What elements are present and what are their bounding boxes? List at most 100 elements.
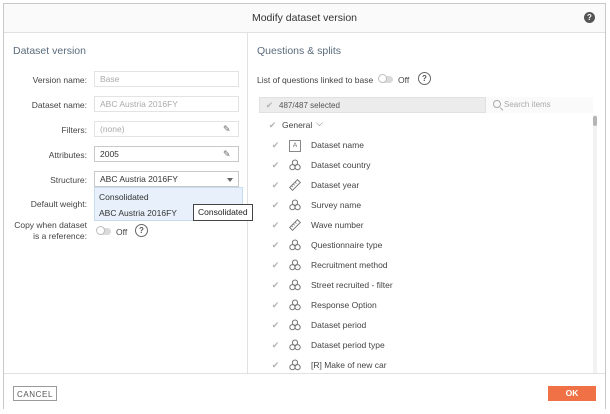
question-name: Response Option — [311, 300, 377, 310]
edit-attributes-pencil-icon[interactable]: ✎ — [223, 149, 233, 159]
edit-filters-pencil-icon[interactable]: ✎ — [223, 124, 233, 134]
linked-questions-label: List of questions linked to base — [257, 75, 374, 85]
text-type-icon: A — [289, 140, 301, 152]
version-name-label: Version name: — [32, 75, 87, 85]
categorical-icon — [289, 319, 301, 331]
question-checkbox[interactable]: ✔ — [271, 361, 280, 370]
question-row[interactable]: ✔ Recruitment method — [259, 255, 592, 275]
question-row[interactable]: ✔ Survey name — [259, 195, 592, 215]
structure-option-abc-austria[interactable]: ABC Austria 2016FY — [99, 208, 177, 218]
copy-reference-toggle-label: Off — [116, 227, 128, 237]
question-checkbox[interactable]: ✔ — [271, 301, 280, 310]
copy-reference-label-line1: Copy when dataset — [14, 220, 87, 230]
ok-button[interactable]: OK — [548, 386, 596, 401]
question-checkbox[interactable]: ✔ — [271, 281, 280, 290]
group-label: General — [282, 120, 313, 130]
question-checkbox[interactable]: ✔ — [271, 241, 280, 250]
dialog-footer: CANCEL OK — [4, 373, 605, 409]
question-row[interactable]: ✔ Street recruited - filter — [259, 275, 592, 295]
linked-questions-toggle-label: Off — [398, 75, 410, 85]
copy-reference-toggle[interactable] — [96, 226, 111, 235]
question-checkbox[interactable]: ✔ — [271, 321, 280, 330]
linked-questions-help-icon[interactable]: ? — [418, 72, 431, 85]
categorical-icon — [289, 239, 301, 251]
categorical-icon — [289, 339, 301, 351]
question-name: Recruitment method — [311, 260, 388, 270]
question-row[interactable]: ✔ [R] Make of new car — [259, 355, 592, 373]
structure-option-consolidated[interactable]: Consolidated — [99, 192, 149, 202]
copy-reference-label: Copy when dataset is a reference: — [14, 220, 87, 242]
version-name-field: Base — [94, 71, 239, 87]
question-name: Street recruited - filter — [311, 280, 393, 290]
modify-dataset-dialog: Modify dataset version ? Dataset version… — [3, 3, 606, 409]
search-input[interactable] — [504, 98, 589, 110]
question-name: Dataset country — [311, 160, 371, 170]
numeric-ruler-icon — [288, 218, 302, 232]
dialog-title: Modify dataset version — [251, 12, 358, 24]
selected-count: 487/487 selected — [279, 101, 340, 110]
question-row[interactable]: ✔ Response Option — [259, 295, 592, 315]
question-name: Dataset period — [311, 320, 367, 330]
dialog-titlebar: Modify dataset version ? — [4, 4, 605, 33]
question-name: Dataset period type — [311, 340, 385, 350]
structure-label: Structure: — [50, 175, 87, 185]
question-checkbox[interactable]: ✔ — [271, 341, 280, 350]
search-box[interactable] — [485, 97, 593, 113]
section-title-dataset-version: Dataset version — [13, 45, 86, 57]
question-checkbox[interactable]: ✔ — [271, 221, 280, 230]
question-checkbox[interactable]: ✔ — [271, 181, 280, 190]
question-row[interactable]: ✔ Dataset period — [259, 315, 592, 335]
copy-reference-label-line2: is a reference: — [33, 231, 87, 241]
structure-selected-value: ABC Austria 2016FY — [100, 174, 178, 184]
default-weight-label: Default weight: — [30, 199, 87, 209]
chevron-down-icon[interactable] — [227, 178, 233, 182]
questions-list: ✔ General ⌵ ✔ A Dataset name ✔ Dataset count… — [259, 115, 592, 373]
chevron-down-icon[interactable]: ⌵ — [316, 118, 323, 129]
linked-questions-toggle[interactable] — [378, 74, 393, 83]
tooltip: Consolidated — [193, 204, 253, 221]
help-icon[interactable]: ? — [584, 12, 595, 23]
categorical-icon — [289, 359, 301, 371]
question-row[interactable]: ✔ A Dataset name — [259, 135, 592, 155]
search-icon — [493, 100, 501, 108]
group-row-general[interactable]: ✔ General ⌵ — [259, 115, 592, 135]
question-row[interactable]: ✔ Questionnaire type — [259, 235, 592, 255]
categorical-icon — [289, 199, 301, 211]
dataset-name-label: Dataset name: — [31, 100, 87, 110]
scrollbar-thumb[interactable] — [593, 116, 597, 126]
question-row[interactable]: ✔ Dataset country — [259, 155, 592, 175]
section-title-questions-splits: Questions & splits — [257, 45, 342, 57]
question-row[interactable]: ✔ Dataset year — [259, 175, 592, 195]
cancel-button[interactable]: CANCEL — [13, 386, 57, 401]
version-name-value: Base — [100, 74, 120, 84]
filters-field: (none) ✎ — [94, 121, 239, 137]
attributes-field[interactable]: 2005 ✎ — [94, 146, 239, 162]
attributes-value: 2005 — [100, 149, 119, 159]
attributes-label: Attributes: — [48, 150, 87, 160]
copy-reference-help-icon[interactable]: ? — [135, 224, 148, 237]
question-name: [R] Make of new car — [311, 360, 387, 370]
group-checkbox[interactable]: ✔ — [268, 121, 277, 130]
categorical-icon — [289, 279, 301, 291]
filters-value: (none) — [100, 124, 125, 134]
question-name: Dataset name — [311, 140, 364, 150]
list-scrollbar[interactable] — [593, 115, 597, 373]
categorical-icon — [289, 259, 301, 271]
select-all-checkbox[interactable]: ✔ — [265, 101, 274, 110]
question-row[interactable]: ✔ Dataset period type — [259, 335, 592, 355]
numeric-ruler-icon — [288, 178, 302, 192]
dataset-name-field: ABC Austria 2016FY — [94, 96, 239, 112]
question-checkbox[interactable]: ✔ — [271, 261, 280, 270]
question-name: Dataset year — [311, 180, 360, 190]
categorical-icon — [289, 299, 301, 311]
question-checkbox[interactable]: ✔ — [271, 141, 280, 150]
question-checkbox[interactable]: ✔ — [271, 201, 280, 210]
dataset-version-pane: Dataset version Version name: Base Datas… — [4, 33, 253, 373]
structure-select[interactable]: ABC Austria 2016FY — [94, 171, 239, 187]
question-name: Wave number — [311, 220, 364, 230]
question-row[interactable]: ✔ Wave number — [259, 215, 592, 235]
dataset-name-value: ABC Austria 2016FY — [100, 99, 178, 109]
question-name: Questionnaire type — [311, 240, 383, 250]
question-checkbox[interactable]: ✔ — [271, 161, 280, 170]
question-name: Survey name — [311, 200, 362, 210]
